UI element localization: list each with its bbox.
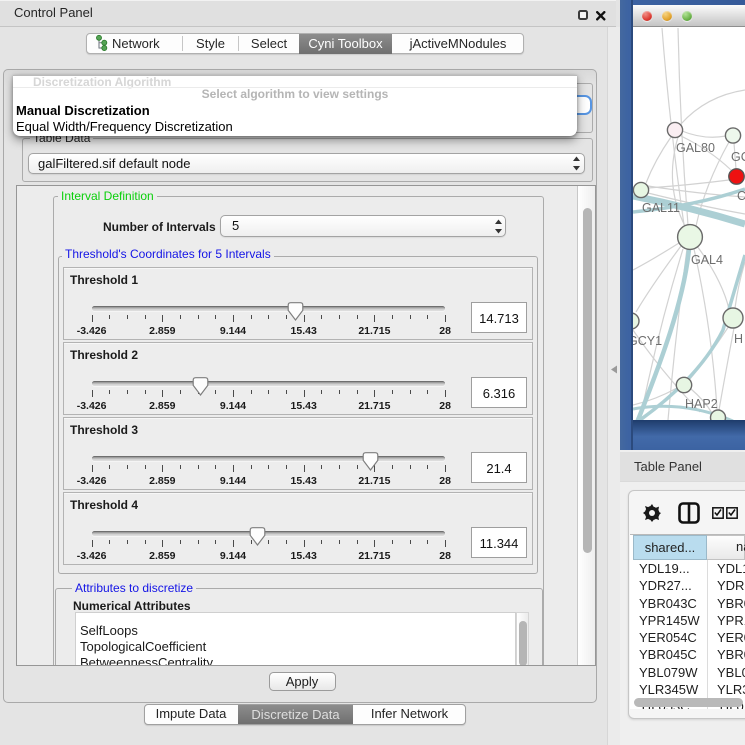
svg-text:H: H [734, 332, 743, 346]
svg-text:C: C [737, 189, 745, 203]
svg-text:GAL4: GAL4 [691, 253, 723, 267]
svg-text:GAL80: GAL80 [676, 141, 715, 155]
svg-text:GC: GC [731, 150, 745, 164]
svg-text:GAL11: GAL11 [642, 201, 680, 215]
svg-text:GCY1: GCY1 [633, 334, 662, 348]
svg-text:HAP2: HAP2 [685, 397, 718, 411]
